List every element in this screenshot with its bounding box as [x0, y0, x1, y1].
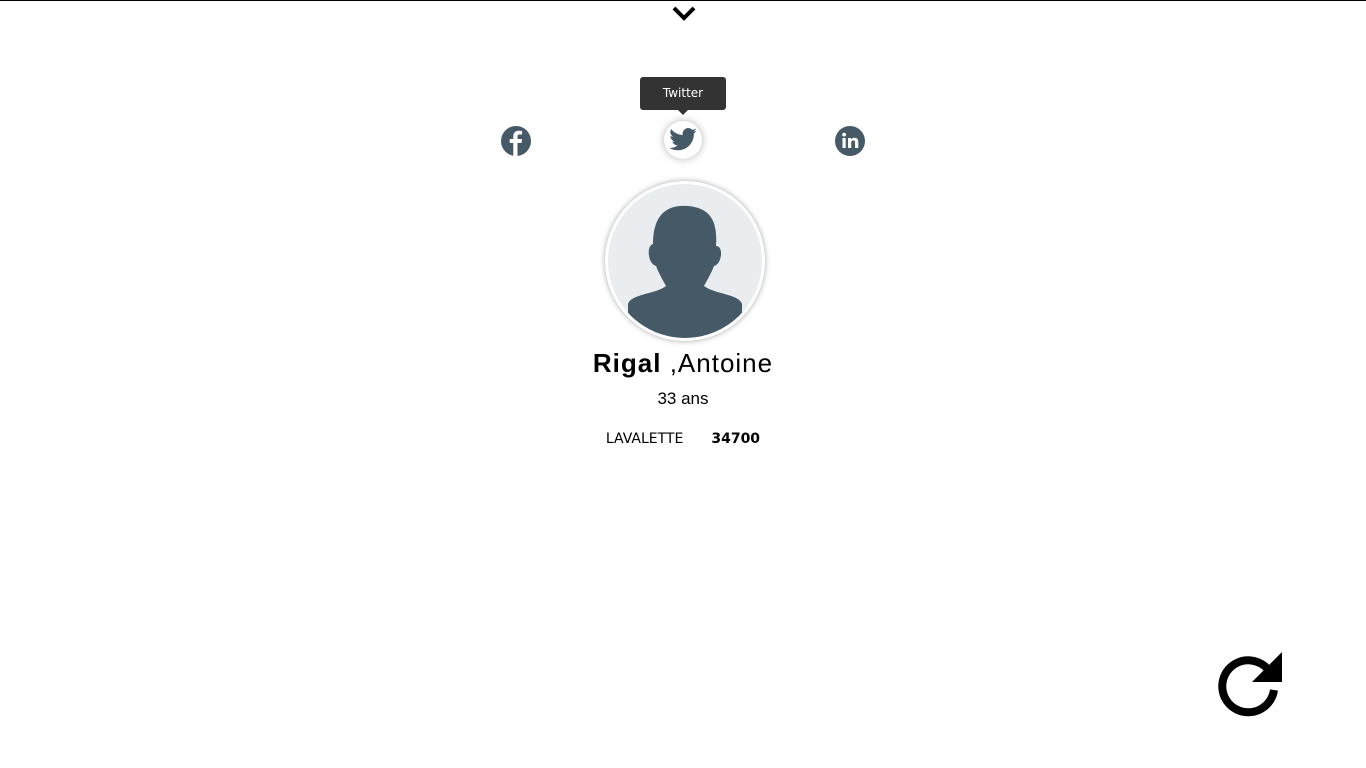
twitter-tooltip: Twitter: [640, 77, 726, 115]
profile-name: Rigal ,Antoine: [0, 348, 1366, 379]
linkedin-icon[interactable]: [834, 125, 866, 157]
city: LAVALETTE: [605, 431, 684, 447]
chevron-down-icon[interactable]: [671, 4, 697, 22]
twitter-button[interactable]: [664, 121, 702, 159]
profile-age: 33 ans: [657, 389, 709, 408]
avatar: [605, 181, 765, 341]
twitter-icon: [669, 128, 697, 151]
last-name: Rigal: [592, 348, 662, 378]
postal-code: 34700: [711, 431, 761, 447]
avatar-placeholder-icon: [628, 205, 742, 338]
facebook-icon[interactable]: [500, 125, 532, 157]
first-name: Antoine: [677, 348, 774, 378]
top-divider: [0, 0, 1366, 1]
profile-location: LAVALETTE 34700: [0, 431, 1366, 447]
refresh-icon[interactable]: [1216, 650, 1284, 718]
name-separator: ,: [661, 348, 678, 378]
